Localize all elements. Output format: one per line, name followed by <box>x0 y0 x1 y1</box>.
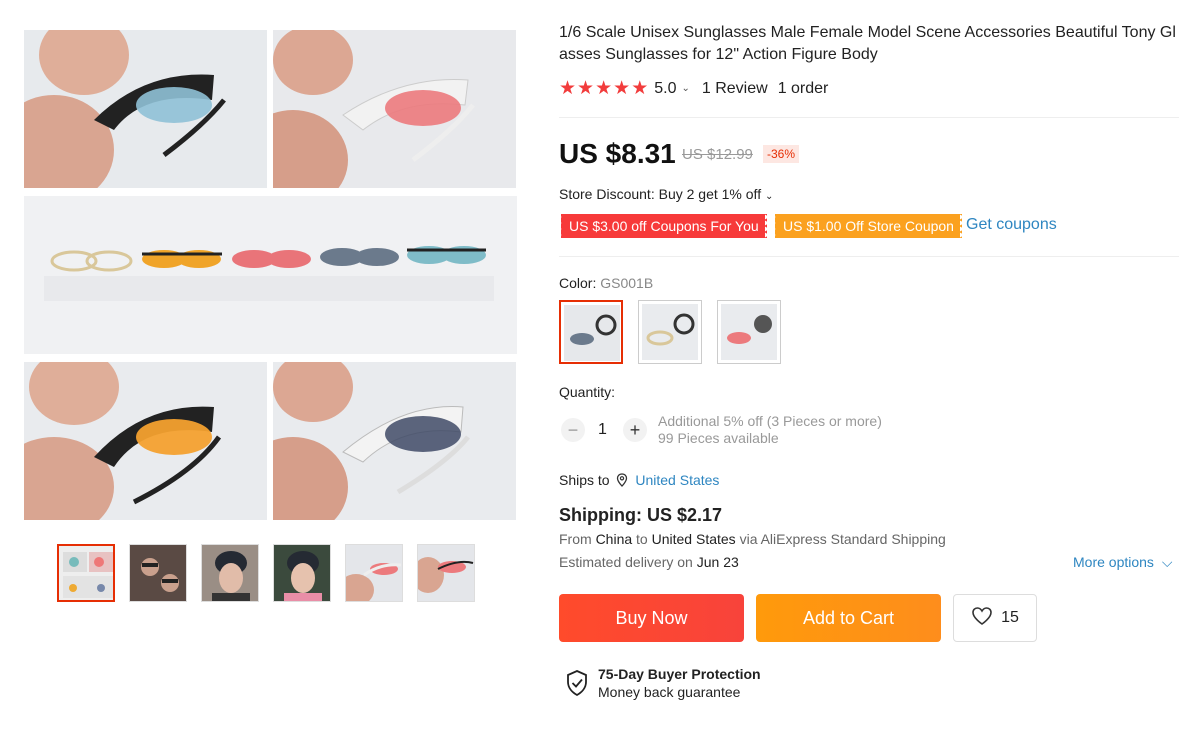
thumbnail-5[interactable] <box>345 544 403 602</box>
quantity-label: Quantity: <box>559 384 616 400</box>
shipping-method: via AliExpress Standard Shipping <box>739 531 946 547</box>
thumbnail-1[interactable] <box>57 544 115 602</box>
store-coupon[interactable]: US $1.00 Off Store Coupon <box>773 214 964 238</box>
ships-to-country-link[interactable]: United States <box>635 472 719 488</box>
main-photo-orange-glasses[interactable] <box>24 362 267 520</box>
add-to-cart-button[interactable]: Add to Cart <box>756 594 941 642</box>
quantity-increase-button[interactable]: + <box>623 418 647 442</box>
buy-now-button[interactable]: Buy Now <box>559 594 744 642</box>
color-selected-value: GS001B <box>600 275 654 291</box>
quantity-value[interactable]: 1 <box>598 421 607 439</box>
shield-check-icon <box>565 670 589 701</box>
discount-badge: -36% <box>763 145 800 163</box>
thumbnail-6[interactable] <box>417 544 475 602</box>
thumbnail-4[interactable] <box>273 544 331 602</box>
rating-value[interactable]: 5.0 <box>654 80 676 98</box>
star-icon: ★ <box>595 78 613 99</box>
pieces-available: 99 Pieces available <box>658 430 779 446</box>
chevron-down-icon: ⌄ <box>764 191 774 202</box>
more-options-label: More options <box>1073 554 1154 570</box>
thumbnail-2[interactable] <box>129 544 187 602</box>
main-photo-black-glasses[interactable] <box>24 30 267 188</box>
chevron-down-icon: ⌵ <box>1161 554 1173 570</box>
main-photo-red-glasses[interactable] <box>273 30 516 188</box>
color-swatch-gold[interactable] <box>638 300 702 364</box>
wishlist-button[interactable]: 15 <box>953 594 1037 642</box>
color-swatch-red[interactable] <box>717 300 781 364</box>
shipping-route: From China to United States via AliExpre… <box>559 531 946 547</box>
heart-icon <box>971 606 993 631</box>
from-country: China <box>595 531 633 547</box>
to-country: United States <box>651 531 736 547</box>
star-icon: ★ <box>631 78 649 99</box>
chevron-down-icon[interactable]: ⌄ <box>681 83 689 94</box>
from-prefix: From <box>559 531 592 547</box>
bulk-discount-note: Additional 5% off (3 Pieces or more) <box>658 413 882 429</box>
product-title: 1/6 Scale Unisex Sunglasses Male Female … <box>559 24 1176 63</box>
wishlist-count: 15 <box>1001 609 1019 626</box>
ships-to-row: Ships to United States <box>559 472 719 490</box>
main-photo-grey-glasses[interactable] <box>273 362 516 520</box>
color-label: Color: <box>559 275 597 291</box>
thumbnail-3[interactable] <box>201 544 259 602</box>
location-pin-icon <box>615 473 629 490</box>
ships-to-label: Ships to <box>559 472 610 488</box>
get-coupons-link[interactable]: Get coupons <box>966 216 1057 234</box>
current-price: US $8.31 <box>559 138 676 169</box>
rating-row: ★ ★ ★ ★ ★ 5.0 ⌄ 1 Review 1 order <box>559 79 828 98</box>
color-swatch-gs001b[interactable] <box>559 300 623 364</box>
buyer-protection-title: 75-Day Buyer Protection <box>598 666 761 682</box>
orders-count: 1 order <box>777 79 829 97</box>
coupon-for-you[interactable]: US $3.00 off Coupons For You <box>559 214 769 238</box>
buyer-protection-subtitle: Money back guarantee <box>598 684 741 700</box>
to-word: to <box>636 531 648 547</box>
original-price: US $12.99 <box>682 146 753 163</box>
quantity-decrease-button[interactable]: − <box>561 418 585 442</box>
thumbnail-strip <box>57 544 475 602</box>
main-photo-lineup[interactable] <box>24 196 517 354</box>
star-icon: ★ <box>613 78 631 99</box>
reviews-link[interactable]: 1 Review <box>702 80 768 98</box>
delivery-prefix: Estimated delivery on <box>559 554 693 570</box>
star-icon: ★ <box>559 78 577 99</box>
divider <box>559 117 1179 118</box>
color-label-row: Color: GS001B <box>559 275 653 291</box>
quantity-info: Additional 5% off (3 Pieces or more) 99 … <box>658 413 882 447</box>
star-icon: ★ <box>577 78 595 99</box>
divider <box>559 256 1179 257</box>
estimated-delivery: Estimated delivery on Jun 23 <box>559 554 739 570</box>
store-discount-text: Store Discount: Buy 2 get 1% off <box>559 186 762 202</box>
delivery-date: Jun 23 <box>696 554 739 570</box>
shipping-cost: Shipping: US $2.17 <box>559 505 723 525</box>
store-discount[interactable]: Store Discount: Buy 2 get 1% off ⌄ <box>559 186 773 202</box>
more-options-link[interactable]: More options ⌵ <box>1073 554 1172 571</box>
